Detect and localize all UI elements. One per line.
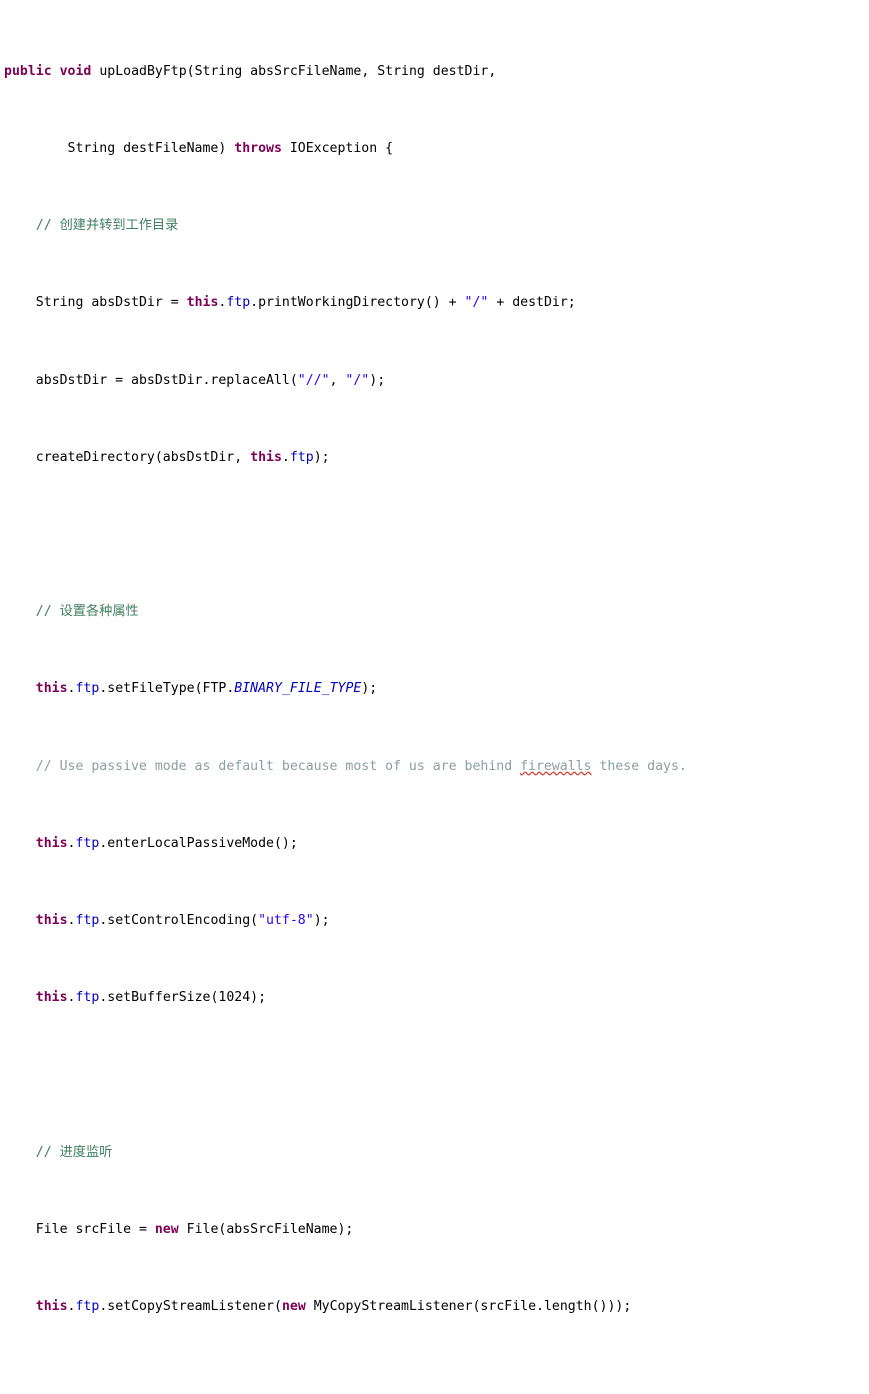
code-line: File srcFile = new File(absSrcFileName); (4, 1221, 354, 1237)
spellcheck-firewalls: firewalls (520, 758, 592, 774)
comment-set-properties: // 设置各种属性 (35, 604, 139, 620)
code-line: String absDstDir = this.ftp.printWorking… (4, 295, 576, 311)
comment-passive-mode: // Use passive mode as default because m… (35, 758, 687, 774)
string-slash: "/" (464, 295, 489, 311)
keyword-this: this (35, 1298, 68, 1314)
field-ftp: ftp (75, 681, 100, 697)
field-ftp: ftp (75, 835, 100, 851)
field-ftp: ftp (75, 1298, 100, 1314)
field-ftp: ftp (226, 295, 251, 311)
string-utf8: "utf-8" (258, 912, 314, 928)
code-line: this.ftp.enterLocalPassiveMode(); (35, 835, 298, 851)
comment-progress-listener: // 进度监听 (35, 1144, 113, 1160)
code-line: this.ftp.setCopyStreamListener(new MyCop… (35, 1298, 632, 1314)
code-line: // 进度监听 (4, 1143, 869, 1162)
code-line: this.ftp.setBufferSize(1024); (35, 990, 267, 1006)
keyword-new: new (154, 1221, 179, 1237)
code-line: createDirectory(absDstDir, this.ftp); (4, 449, 330, 465)
code-line: this.ftp.setControlEncoding("utf-8"); (35, 912, 330, 928)
keyword-this: this (35, 681, 68, 697)
keyword-new: new (281, 1298, 306, 1314)
comment-create-workdir: // 创建并转到工作目录 (35, 218, 179, 234)
param-text: String destFileName) (4, 141, 235, 157)
string-double-slash: "//" (297, 372, 330, 388)
code-line: absDstDir = absDstDir.replaceAll("//", "… (4, 372, 386, 388)
static-field-binary-file-type: BINARY_FILE_TYPE (234, 681, 362, 697)
field-ftp: ftp (75, 990, 100, 1006)
code-line: this.ftp.setFileType(FTP.BINARY_FILE_TYP… (35, 681, 378, 697)
keyword-throws: throws (234, 141, 282, 157)
exception-text: IOException { (281, 141, 394, 157)
code-line: // Use passive mode as default because m… (4, 757, 869, 776)
string-slash-2: "/" (345, 372, 370, 388)
code-line: // 设置各种属性 (4, 602, 869, 621)
code-editor-view[interactable]: public void upLoadByFtp(String absSrcFil… (0, 0, 869, 1394)
keyword-this: this (35, 835, 68, 851)
code-line: // 创建并转到工作目录 (4, 216, 869, 235)
keyword-public: public (4, 63, 52, 79)
keyword-this: this (250, 449, 282, 465)
keyword-this: this (186, 295, 219, 311)
method-signature-text: upLoadByFtp(String absSrcFileName, Strin… (99, 63, 497, 79)
code-line: public void upLoadByFtp(String absSrcFil… (4, 62, 869, 81)
code-line: String destFileName) throws IOException … (4, 139, 869, 158)
field-ftp: ftp (289, 449, 314, 465)
field-ftp: ftp (75, 912, 100, 928)
keyword-this: this (35, 990, 68, 1006)
keyword-this: this (35, 912, 68, 928)
keyword-void: void (59, 63, 92, 79)
